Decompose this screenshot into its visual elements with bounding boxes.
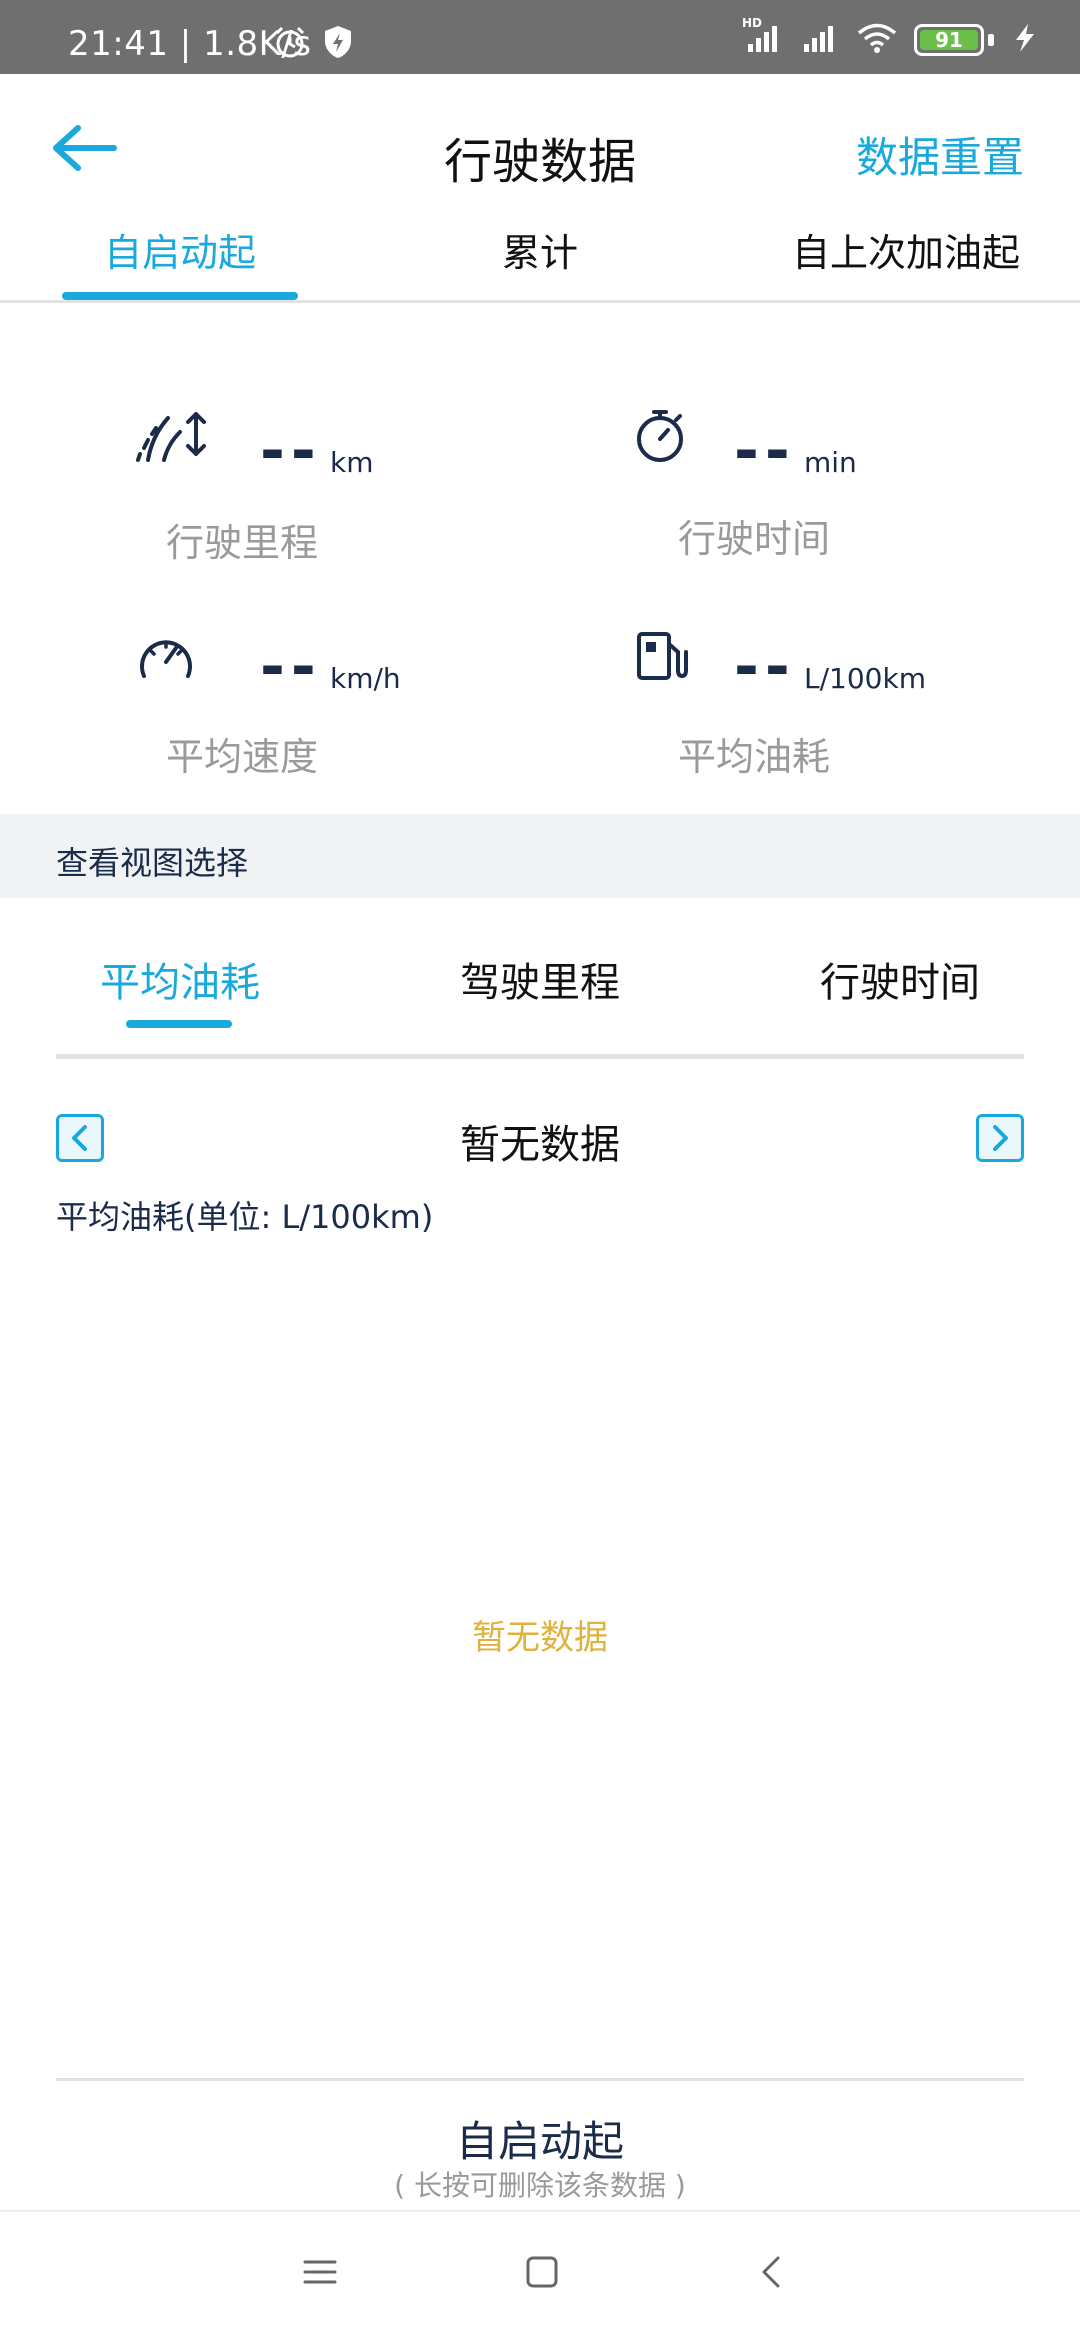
road-icon	[134, 408, 206, 468]
alarm-icon	[272, 24, 308, 64]
avg-speed-value: --	[260, 632, 322, 702]
tab-since-refuel[interactable]: 自上次加油起	[776, 222, 1036, 277]
cell-signal-icon: HD	[742, 16, 784, 58]
battery-cap	[988, 34, 994, 46]
view-tabs-divider	[56, 1054, 1024, 1059]
tab-cumulative[interactable]: 累计	[440, 222, 640, 277]
metrics-panel: -- km 行驶里程 -- min 行驶时间 -- km/h 平均速度 -- L…	[0, 304, 1080, 814]
battery-icon: 91	[914, 24, 984, 56]
view-tab-active-indicator	[126, 1020, 232, 1028]
avg-speed-unit: km/h	[330, 662, 401, 695]
avg-speed-label: 平均速度	[166, 735, 319, 779]
distance-unit: km	[330, 446, 374, 479]
stopwatch-icon	[632, 408, 688, 468]
reset-data-button[interactable]: 数据重置	[856, 124, 1024, 185]
distance-label: 行驶里程	[166, 521, 319, 565]
app-header: 行驶数据 数据重置 自启动起 累计 自上次加油起	[0, 74, 1080, 304]
chart-empty-note: 暂无数据	[472, 1618, 608, 1658]
footer-divider	[56, 2078, 1024, 2081]
data-record-title[interactable]: 自启动起	[0, 2108, 1080, 2169]
drive-time-unit: min	[804, 446, 857, 479]
cell-signal-2-icon	[800, 22, 840, 58]
charging-icon	[1010, 22, 1040, 58]
chevron-right-icon	[993, 1125, 1008, 1151]
tab-since-start[interactable]: 自启动起	[62, 222, 298, 277]
shield-icon	[322, 24, 354, 64]
avg-fuel-value: --	[734, 632, 796, 702]
home-icon[interactable]	[524, 2254, 560, 2294]
view-tab-drive-time[interactable]: 行驶时间	[800, 950, 1000, 1008]
avg-fuel-label: 平均油耗	[678, 735, 831, 779]
back-nav-icon[interactable]	[756, 2254, 786, 2294]
speedometer-icon	[136, 632, 196, 684]
avg-fuel-unit: L/100km	[804, 662, 926, 695]
menu-icon[interactable]	[302, 2254, 338, 2294]
status-bar: 21:41 | 1.8K/s HD 91	[0, 0, 1080, 74]
tab-active-indicator	[62, 292, 298, 300]
section-title: 查看视图选择	[56, 844, 249, 882]
fuel-pump-icon	[636, 630, 688, 686]
header-divider	[0, 300, 1080, 303]
view-select-section: 查看视图选择	[0, 814, 1080, 898]
system-nav-bar	[0, 2212, 1080, 2340]
drive-time-value: --	[734, 416, 796, 486]
status-right-icons: HD 91	[742, 16, 1040, 58]
chart-title: 暂无数据	[460, 1122, 620, 1168]
data-record-hint: ( 长按可删除该条数据 )	[394, 2169, 686, 2202]
wifi-icon	[856, 22, 898, 58]
view-tab-avg-fuel[interactable]: 平均油耗	[80, 950, 280, 1008]
next-button[interactable]	[976, 1114, 1024, 1162]
chart-unit-label: 平均油耗(单位: L/100km)	[56, 1198, 434, 1236]
distance-value: --	[260, 416, 322, 486]
drive-time-label: 行驶时间	[678, 517, 831, 561]
view-tab-distance[interactable]: 驾驶里程	[440, 950, 640, 1008]
